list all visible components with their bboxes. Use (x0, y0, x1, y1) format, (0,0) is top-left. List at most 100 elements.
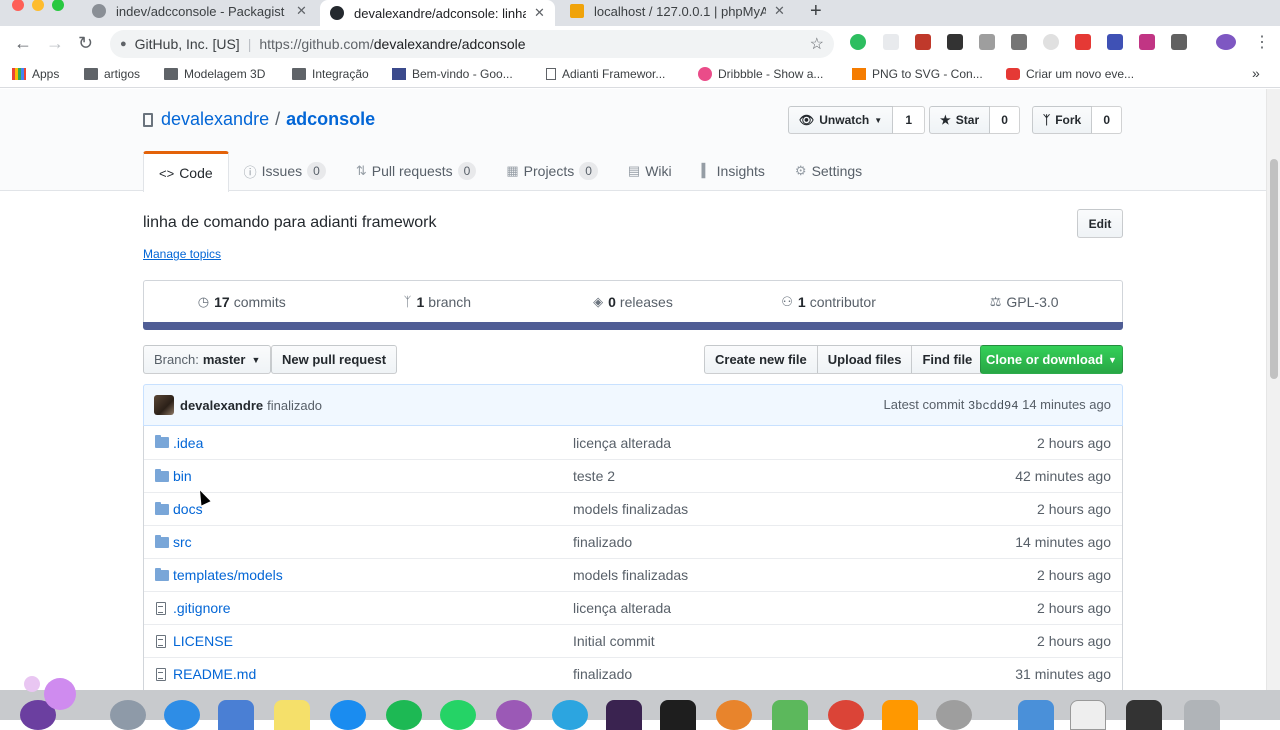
commit-message-link[interactable]: finalizado (573, 534, 632, 550)
branches-link[interactable]: ᛉ 1 branch (340, 281, 536, 322)
commit-message-link[interactable]: finalizado (267, 398, 322, 413)
bookmark-artigos[interactable]: artigos (84, 67, 140, 81)
commit-sha-link[interactable]: 3bcdd94 (968, 399, 1018, 413)
create-new-file-button[interactable]: Create new file (704, 345, 818, 374)
manage-topics-link[interactable]: Manage topics (143, 247, 221, 261)
scrollbar-thumb[interactable] (1270, 159, 1278, 379)
close-tab-icon[interactable]: ✕ (296, 3, 307, 19)
contributors-link[interactable]: ⚇ 1 contributor (731, 281, 927, 322)
address-bar[interactable]: ● GitHub, Inc. [US] | https://github.com… (110, 30, 834, 58)
window-dock-icon[interactable] (1070, 700, 1106, 730)
code-extension-icon[interactable] (979, 34, 995, 50)
new-pull-request-button[interactable]: New pull request (271, 345, 398, 374)
star-button[interactable]: ★ Star (929, 106, 991, 134)
browser-tab-packagist[interactable]: indev/adcconsole - Packagist ✕ (82, 0, 317, 22)
terminal-dock-icon[interactable] (660, 700, 696, 730)
safari-dock-icon[interactable] (164, 700, 200, 730)
preview-dock-icon[interactable] (218, 700, 254, 730)
bookmark-criar-evento[interactable]: Criar um novo eve... (1006, 67, 1134, 81)
chrome-dock-icon[interactable] (828, 700, 864, 730)
telegram-dock-icon[interactable] (552, 700, 588, 730)
trash-dock-icon[interactable] (1184, 700, 1220, 730)
forks-count[interactable]: 0 (1092, 106, 1123, 134)
branch-select-button[interactable]: Branch: master ▼ (143, 345, 272, 374)
bookmark-modelagem-3d[interactable]: Modelagem 3D (164, 67, 265, 81)
file-name-link[interactable]: bin (173, 468, 192, 484)
commit-message-link[interactable]: licença alterada (573, 435, 671, 451)
avatar[interactable] (154, 395, 174, 415)
browser-tab-phpmyadmin[interactable]: localhost / 127.0.0.1 | phpMyAd ✕ (560, 0, 795, 22)
file-name-link[interactable]: .idea (173, 435, 203, 451)
file-name-link[interactable]: README.md (173, 666, 256, 682)
license-link[interactable]: ⚖ GPL-3.0 (926, 281, 1122, 322)
wappalyzer-extension-icon[interactable] (947, 34, 963, 50)
folder-dock-icon[interactable] (1018, 700, 1054, 730)
app-store-dock-icon[interactable] (330, 700, 366, 730)
bookmark-bem-vindo[interactable]: Bem-vindo - Goo... (392, 67, 513, 81)
commit-message-link[interactable]: licença alterada (573, 600, 671, 616)
notes-dock-icon[interactable] (274, 700, 310, 730)
watchers-count[interactable]: 1 (893, 106, 926, 134)
youtube-extension-icon[interactable] (1075, 34, 1091, 50)
close-tab-icon[interactable]: ✕ (534, 5, 545, 21)
minimize-window-icon[interactable] (32, 0, 44, 11)
new-tab-button[interactable]: + (810, 0, 822, 23)
fork-button[interactable]: ᛉ Fork (1032, 106, 1093, 134)
edit-button[interactable]: Edit (1077, 209, 1123, 238)
close-window-icon[interactable] (12, 0, 24, 11)
sublime-dock-icon[interactable] (772, 700, 808, 730)
find-file-button[interactable]: Find file (911, 345, 984, 374)
window-dock-icon[interactable] (1126, 700, 1162, 730)
launchpad-dock-icon[interactable] (110, 700, 146, 730)
tab-settings[interactable]: ⚙ Settings (780, 151, 877, 191)
repo-name-link[interactable]: adconsole (286, 109, 375, 130)
close-tab-icon[interactable]: ✕ (774, 3, 785, 19)
commit-author-link[interactable]: devalexandre (180, 398, 263, 413)
commit-message-link[interactable]: models finalizadas (573, 501, 688, 517)
extension-icon[interactable] (1107, 34, 1123, 50)
unwatch-button[interactable]: 👁 Unwatch ▼ (788, 106, 894, 134)
app-dock-icon[interactable] (882, 700, 918, 730)
file-name-link[interactable]: docs (173, 501, 203, 517)
file-name-link[interactable]: LICENSE (173, 633, 233, 649)
extension-icon[interactable] (883, 34, 899, 50)
commit-message-link[interactable]: models finalizadas (573, 567, 688, 583)
bookmark-integracao[interactable]: Integração (292, 67, 369, 81)
releases-link[interactable]: ◈ 0 releases (535, 281, 731, 322)
disk-utility-dock-icon[interactable] (936, 700, 972, 730)
bookmark-dribbble[interactable]: Dribbble - Show a... (698, 67, 823, 81)
commit-message-link[interactable]: finalizado (573, 666, 632, 682)
zoom-window-icon[interactable] (52, 0, 64, 11)
file-name-link[interactable]: .gitignore (173, 600, 231, 616)
whatsapp-dock-icon[interactable] (440, 700, 476, 730)
instagram-extension-icon[interactable] (1139, 34, 1155, 50)
commit-message-link[interactable]: teste 2 (573, 468, 615, 484)
repo-owner-link[interactable]: devalexandre (161, 109, 269, 130)
back-icon[interactable]: ← (14, 33, 32, 54)
clone-or-download-button[interactable]: Clone or download ▼ (980, 345, 1123, 374)
extension-icon[interactable] (1171, 34, 1187, 50)
bookmark-adianti[interactable]: Adianti Framewor... (546, 67, 665, 81)
spotify-dock-icon[interactable] (386, 700, 422, 730)
profile-avatar-icon[interactable] (1216, 34, 1236, 50)
tab-issues[interactable]: ⓘ Issues 0 (229, 151, 341, 191)
file-name-link[interactable]: templates/models (173, 567, 283, 583)
forward-icon[interactable]: → (46, 33, 64, 54)
file-name-link[interactable]: src (173, 534, 192, 550)
app-dock-icon[interactable] (496, 700, 532, 730)
browser-tab-github[interactable]: devalexandre/adconsole: linha ✕ (320, 0, 555, 26)
tab-insights[interactable]: ▍ Insights (687, 151, 780, 191)
language-bar[interactable] (143, 322, 1123, 330)
upload-files-button[interactable]: Upload files (816, 345, 913, 374)
menu-kebab-icon[interactable]: ⋮ (1254, 32, 1270, 52)
camera-extension-icon[interactable] (1011, 34, 1027, 50)
page-scrollbar[interactable] (1266, 89, 1280, 690)
app-dock-icon[interactable] (716, 700, 752, 730)
cors-extension-icon[interactable] (915, 34, 931, 50)
tab-wiki[interactable]: ▤ Wiki (613, 151, 687, 191)
bookmark-png-to-svg[interactable]: PNG to SVG - Con... (852, 67, 983, 81)
reload-icon[interactable]: ↻ (78, 33, 93, 54)
stargazers-count[interactable]: 0 (990, 106, 1021, 134)
more-bookmarks-icon[interactable]: » (1252, 65, 1260, 81)
tab-projects[interactable]: ▦ Projects 0 (491, 151, 613, 191)
